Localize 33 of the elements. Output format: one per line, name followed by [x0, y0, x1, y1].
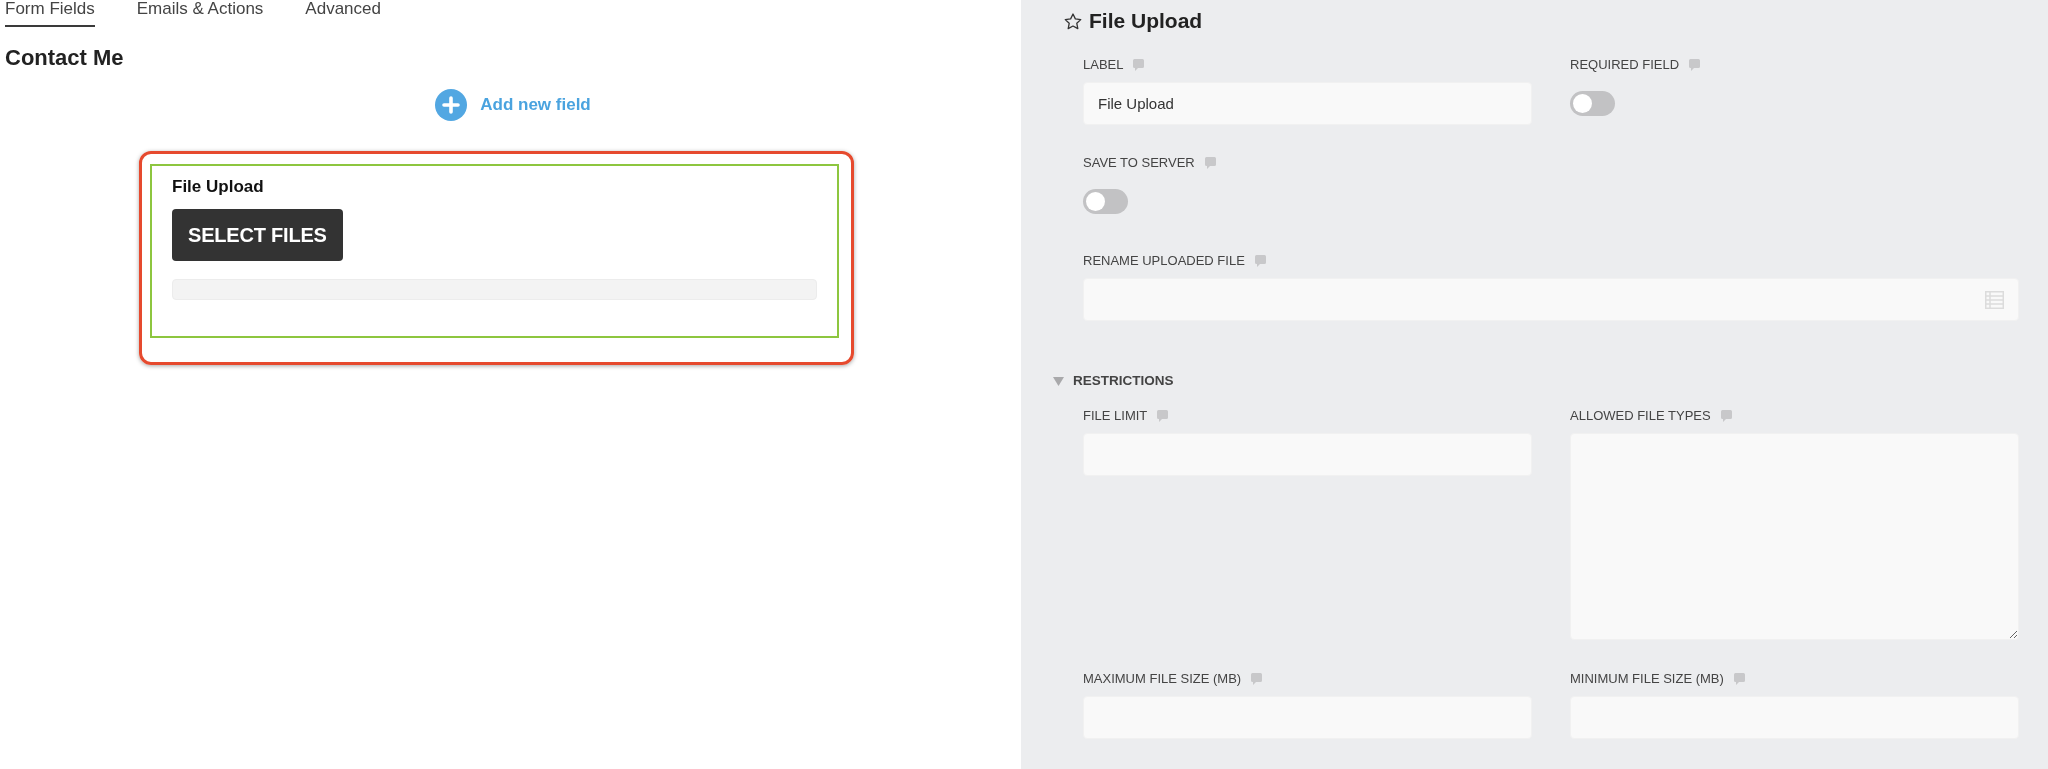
text-area[interactable] — [1570, 433, 2019, 640]
speech-bubble-icon[interactable] — [1133, 58, 1145, 71]
field-label: REQUIRED FIELD — [1570, 56, 1680, 73]
field-label: MINIMUM FILE SIZE (MB) — [1570, 670, 1724, 687]
speech-bubble-icon[interactable] — [1204, 156, 1216, 169]
speech-bubble-icon[interactable] — [1157, 409, 1169, 422]
speech-bubble-icon[interactable] — [1251, 672, 1263, 685]
speech-bubble-icon[interactable] — [1720, 409, 1732, 422]
toggle-switch[interactable] — [1083, 189, 1128, 214]
star-icon[interactable] — [1064, 12, 1082, 30]
list-icon[interactable] — [1985, 290, 2004, 309]
field-label: LABEL — [1083, 56, 1124, 73]
field-label: RENAME UPLOADED FILE — [1083, 252, 1245, 269]
plus-icon — [435, 89, 468, 121]
tab[interactable]: Form Fields — [5, 0, 95, 27]
form-field-card[interactable]: File Upload SELECT FILES — [150, 164, 839, 338]
field-label: MAXIMUM FILE SIZE (MB) — [1083, 670, 1242, 687]
field-label: ALLOWED FILE TYPES — [1570, 407, 1711, 424]
select-files-button[interactable]: SELECT FILES — [172, 209, 343, 261]
tab[interactable]: Emails & Actions — [136, 0, 264, 27]
text-field[interactable] — [1083, 278, 2019, 321]
field-label: SAVE TO SERVER — [1083, 154, 1195, 171]
section-toggle[interactable]: RESTRICTIONS — [1053, 372, 1174, 390]
speech-bubble-icon[interactable] — [1689, 58, 1701, 71]
form-title: Contact Me — [5, 44, 124, 72]
field-label: File Upload — [172, 177, 264, 197]
tab[interactable]: Advanced — [305, 0, 381, 27]
speech-bubble-icon[interactable] — [1733, 672, 1745, 685]
panel-title: File Upload — [1089, 8, 1203, 34]
text-field[interactable]: File Upload — [1083, 82, 1532, 125]
speech-bubble-icon[interactable] — [1254, 254, 1266, 267]
toggle-switch[interactable] — [1570, 91, 1615, 116]
field-label: FILE LIMIT — [1083, 407, 1148, 424]
